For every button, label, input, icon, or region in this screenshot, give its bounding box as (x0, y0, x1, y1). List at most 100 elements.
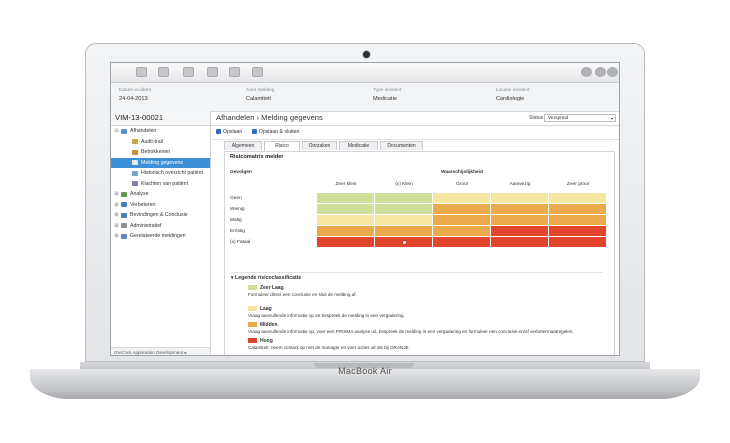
sidebar-item-label: Gerelateerde meldingen (130, 233, 186, 239)
legend-name: Hoog (260, 337, 273, 344)
risk-cell[interactable] (433, 226, 491, 237)
risk-cell[interactable] (375, 204, 433, 215)
sidebar-item-label: Afhandelen (130, 128, 157, 134)
tab-oorzaken[interactable]: Oorzaken (302, 141, 337, 150)
risk-cell[interactable] (491, 204, 549, 215)
save-icon (216, 129, 221, 134)
risk-cell[interactable] (317, 193, 375, 204)
column-label: (x) Klein (395, 182, 413, 187)
legend-name: Zeer Laag (260, 284, 284, 291)
incident-field: Datum incident 24-04-2013 (119, 88, 151, 102)
doc-copy-icon[interactable] (183, 67, 194, 77)
legend-description: Calamiteit: neem contact op met de manag… (248, 345, 410, 350)
sidebar-item-icon (132, 149, 138, 155)
user-icon[interactable] (595, 67, 606, 77)
sidebar-footer[interactable]: GreCom Application Development ▸ (111, 347, 210, 355)
sidebar-tree: ⊟ Afhandelen Audit-trail Betrokkenen Melding… (111, 126, 210, 242)
sidebar-item[interactable]: Melding gegevens (111, 157, 210, 168)
risk-cell[interactable] (549, 226, 607, 237)
sidebar-item-icon (132, 181, 138, 186)
column-label: Aanwezig (509, 182, 531, 187)
risk-panel: Risicomatrix melder ▾ Legende risicoclas… (224, 151, 615, 355)
risk-cell[interactable] (433, 237, 491, 248)
risk-cell[interactable] (549, 237, 607, 248)
camera-icon (363, 51, 370, 58)
expand-toggle-icon[interactable]: ⊞ (114, 231, 119, 242)
save-close-button[interactable]: Opslaan & sluiten (251, 129, 299, 135)
expand-toggle-icon[interactable]: ⊞ (114, 210, 119, 221)
sidebar-item[interactable]: ⊞ Bevindingen & Conclusie (111, 210, 210, 221)
sidebar-item[interactable]: ⊞ Verbeteren (111, 200, 210, 211)
sidebar-item-icon (121, 202, 127, 207)
tab-risico[interactable]: Risico (264, 141, 300, 151)
laptop-brand: MacBook Air (338, 366, 392, 376)
save-icon (251, 129, 257, 134)
incident-field-value: Calamiteit (246, 96, 271, 102)
help-icon[interactable] (581, 67, 592, 77)
app-screen: Datum incident 24-04-2013 Aard melding C… (110, 62, 620, 356)
incident-field-value: Medicatie (373, 96, 397, 102)
new-doc-icon[interactable] (136, 67, 147, 77)
doc-icon[interactable] (158, 67, 169, 77)
status-value: Verspreid (548, 116, 569, 121)
sidebar-item-icon (132, 139, 138, 144)
sidebar-item-label: Melding gegevens (141, 159, 184, 166)
sidebar-item-label: Analyse (130, 191, 149, 197)
column-label: Groot (456, 182, 468, 187)
risk-cell[interactable] (317, 204, 375, 215)
sidebar-item-icon (132, 160, 138, 165)
incident-field: Type incident Medicatie (373, 88, 401, 102)
risk-cell[interactable] (317, 237, 375, 248)
tab-algemeen[interactable]: Algemeen (224, 141, 262, 150)
risk-cell[interactable] (491, 193, 549, 204)
settings-icon[interactable] (607, 67, 618, 77)
save-button[interactable]: Opslaan (216, 129, 242, 135)
risk-cell[interactable] (491, 226, 549, 237)
sidebar-item[interactable]: Historisch overzicht patiënt (111, 168, 210, 179)
expand-toggle-icon[interactable]: ⊟ (114, 126, 119, 137)
legend-header[interactable]: ▾ Legende risicoclassificatie (231, 272, 603, 283)
sidebar-item[interactable]: ⊞ Gerelateerde meldingen (111, 231, 210, 242)
legend-swatch (248, 322, 257, 327)
legend-swatch (248, 338, 257, 343)
risk-cell[interactable] (317, 215, 375, 226)
expand-toggle-icon[interactable]: ⊞ (114, 189, 119, 200)
risk-cell[interactable] (317, 226, 375, 237)
checklist-icon[interactable] (207, 67, 218, 77)
incident-info-bar: Datum incident 24-04-2013 Aard melding C… (111, 83, 619, 112)
tab-medicatie[interactable]: Medicatie (339, 141, 378, 150)
sidebar-item[interactable]: ⊞ Analyse (111, 189, 210, 200)
risk-cell[interactable] (433, 193, 491, 204)
sidebar-item-icon (121, 191, 127, 197)
sidebar-item-icon (121, 212, 127, 218)
save-button-label: Opslaan (223, 129, 243, 135)
incident-field-label: Datum incident (119, 88, 151, 93)
expand-toggle-icon[interactable]: ⊞ (114, 200, 119, 211)
export-icon[interactable] (252, 67, 263, 77)
expand-toggle-icon[interactable]: ⊞ (114, 221, 119, 232)
sidebar-item[interactable]: ⊟ Afhandelen (111, 126, 210, 137)
risk-cell[interactable] (549, 204, 607, 215)
legend-description: Vraag aanvullende informatie op, voer ee… (248, 329, 574, 334)
risk-cell[interactable] (375, 193, 433, 204)
sidebar-item[interactable]: Betrokkenen (111, 147, 210, 158)
sidebar-item[interactable]: Audit-trail (111, 137, 210, 148)
status-select[interactable]: Verspreid ▾ (544, 114, 616, 122)
risk-cell[interactable] (375, 215, 433, 226)
print-icon[interactable] (229, 67, 240, 77)
sidebar-item[interactable]: Klachten van patiënt (111, 179, 210, 190)
risk-cell[interactable] (491, 215, 549, 226)
column-label: Zeer klein (335, 182, 357, 187)
sidebar-item-label: Verbeteren (130, 201, 156, 208)
incident-id: VIM-13-00021 (111, 111, 210, 126)
sidebar-item-icon (132, 170, 138, 176)
tab-documenten[interactable]: Documenten (380, 141, 423, 150)
column-header: Waarschijnlijkheid (441, 170, 483, 175)
risk-cell[interactable] (433, 204, 491, 215)
risk-cell[interactable] (375, 226, 433, 237)
risk-cell[interactable] (549, 215, 607, 226)
risk-cell[interactable] (433, 215, 491, 226)
sidebar-item[interactable]: ⊞ Administratief (111, 221, 210, 232)
risk-cell[interactable] (549, 193, 607, 204)
risk-cell[interactable] (491, 237, 549, 248)
